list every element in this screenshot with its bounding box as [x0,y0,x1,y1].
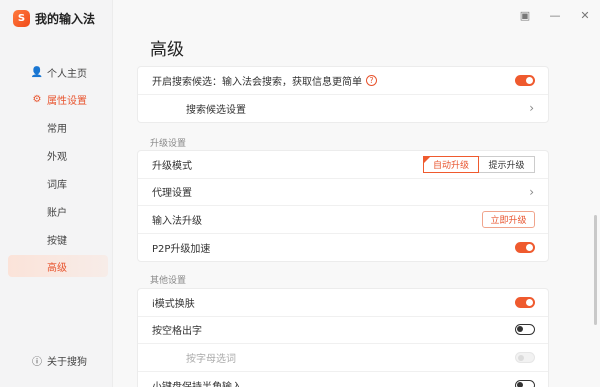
proxy-settings-row[interactable]: 代理设置 › [138,179,548,206]
sidebar-item-about[interactable]: ⓘ 关于搜狗 [0,349,112,371]
sidebar-item-label: 词库 [47,179,67,191]
app-title: S 我的输入法 [13,10,95,27]
sidebar-item-label: 关于搜狗 [47,356,87,368]
prompt-upgrade-option[interactable]: 提示升级 [479,155,535,173]
upgrade-mode-row: 升级模式 自动升级 提示升级 [138,151,548,179]
keypad-halfwidth-row: 小键盘保持半角输入 [138,372,548,387]
sidebar-item-label: 常用 [47,123,67,135]
keypad-halfwidth-toggle[interactable] [515,379,535,387]
sidebar-item-common[interactable]: 常用 [0,116,112,138]
row-label: 代理设置 [152,188,192,200]
row-label: 按字母选词 [186,353,236,365]
auto-upgrade-option[interactable]: 自动升级 [423,155,479,173]
upgrade-now-button[interactable]: 立即升级 [482,210,535,228]
user-icon: 👤 [30,66,44,78]
row-label: 小键盘保持半角输入 [152,378,242,387]
letter-select-row: 按字母选词 [138,344,548,372]
app-logo: S [13,10,30,27]
sidebar-item-label: 外观 [47,151,67,163]
chevron-right-icon: › [529,184,534,199]
space-output-toggle[interactable] [515,324,535,336]
row-label: 搜索候选设置 [186,104,246,116]
section-title-upgrade: 升级设置 [150,139,187,149]
row-label: 开启搜索候选：输入法会搜索，获取信息更简单 [152,76,362,88]
search-settings-card: 开启搜索候选：输入法会搜索，获取信息更简单 ? 搜索候选设置 › [137,66,549,123]
sidebar: S 我的输入法 👤 个人主页 ⚙ 属性设置 常用 外观 词库 账户 按键 高级 … [0,0,113,387]
app-name: 我的输入法 [35,12,96,26]
imode-skin-row: i模式换肤 [138,289,548,317]
search-candidate-toggle[interactable] [515,74,535,86]
ime-upgrade-row: 输入法升级 立即升级 [138,206,548,234]
imode-skin-toggle[interactable] [515,296,535,308]
sidebar-item-appearance[interactable]: 外观 [0,144,112,166]
sidebar-item-label: 按键 [47,235,67,247]
row-label: 按空格出字 [152,326,202,338]
other-settings-card: i模式换肤 按空格出字 按字母选词 小键盘保持半角输入 [137,288,549,387]
sidebar-item-label: 个人主页 [47,68,87,80]
sidebar-item-profile[interactable]: 👤 个人主页 [0,61,112,83]
info-icon: ⓘ [32,356,42,368]
sidebar-item-label: 属性设置 [47,95,87,107]
close-icon[interactable]: ✕ [570,9,600,22]
section-title-other: 其他设置 [150,276,187,286]
main-content: ▣ — ✕ 高级 开启搜索候选：输入法会搜索，获取信息更简单 ? 搜索候选设置 … [113,0,600,387]
row-label: 输入法升级 [152,215,202,227]
help-icon[interactable]: ? [366,74,377,86]
sidebar-item-label: 账户 [47,207,67,219]
row-label: i模式换肤 [152,298,195,310]
sidebar-item-account[interactable]: 账户 [0,200,112,222]
search-candidate-settings-row[interactable]: 搜索候选设置 › [138,95,548,123]
minimize-icon[interactable]: — [540,9,570,22]
scrollbar[interactable] [594,215,597,325]
sidebar-item-properties[interactable]: ⚙ 属性设置 [0,88,112,110]
letter-select-toggle [515,351,535,363]
p2p-toggle[interactable] [515,241,535,253]
space-output-row: 按空格出字 [138,317,548,344]
sidebar-item-keys[interactable]: 按键 [0,228,112,250]
search-candidate-row: 开启搜索候选：输入法会搜索，获取信息更简单 ? [138,67,548,95]
feedback-icon[interactable]: ▣ [510,9,540,22]
row-label: P2P升级加速 [152,243,211,255]
row-label: 升级模式 [152,160,192,172]
sidebar-item-lexicon[interactable]: 词库 [0,172,112,194]
sidebar-item-advanced[interactable]: 高级 [8,255,108,277]
p2p-upgrade-row: P2P升级加速 [138,234,548,262]
page-title: 高级 [150,40,184,60]
upgrade-mode-selector: 自动升级 提示升级 [423,155,535,173]
chevron-right-icon: › [529,101,534,116]
sidebar-item-label: 高级 [47,262,67,274]
gear-icon: ⚙ [32,93,42,105]
upgrade-settings-card: 升级模式 自动升级 提示升级 代理设置 › 输入法升级 立即升级 P2P升级加速 [137,150,549,262]
window-controls: ▣ — ✕ [510,0,600,30]
